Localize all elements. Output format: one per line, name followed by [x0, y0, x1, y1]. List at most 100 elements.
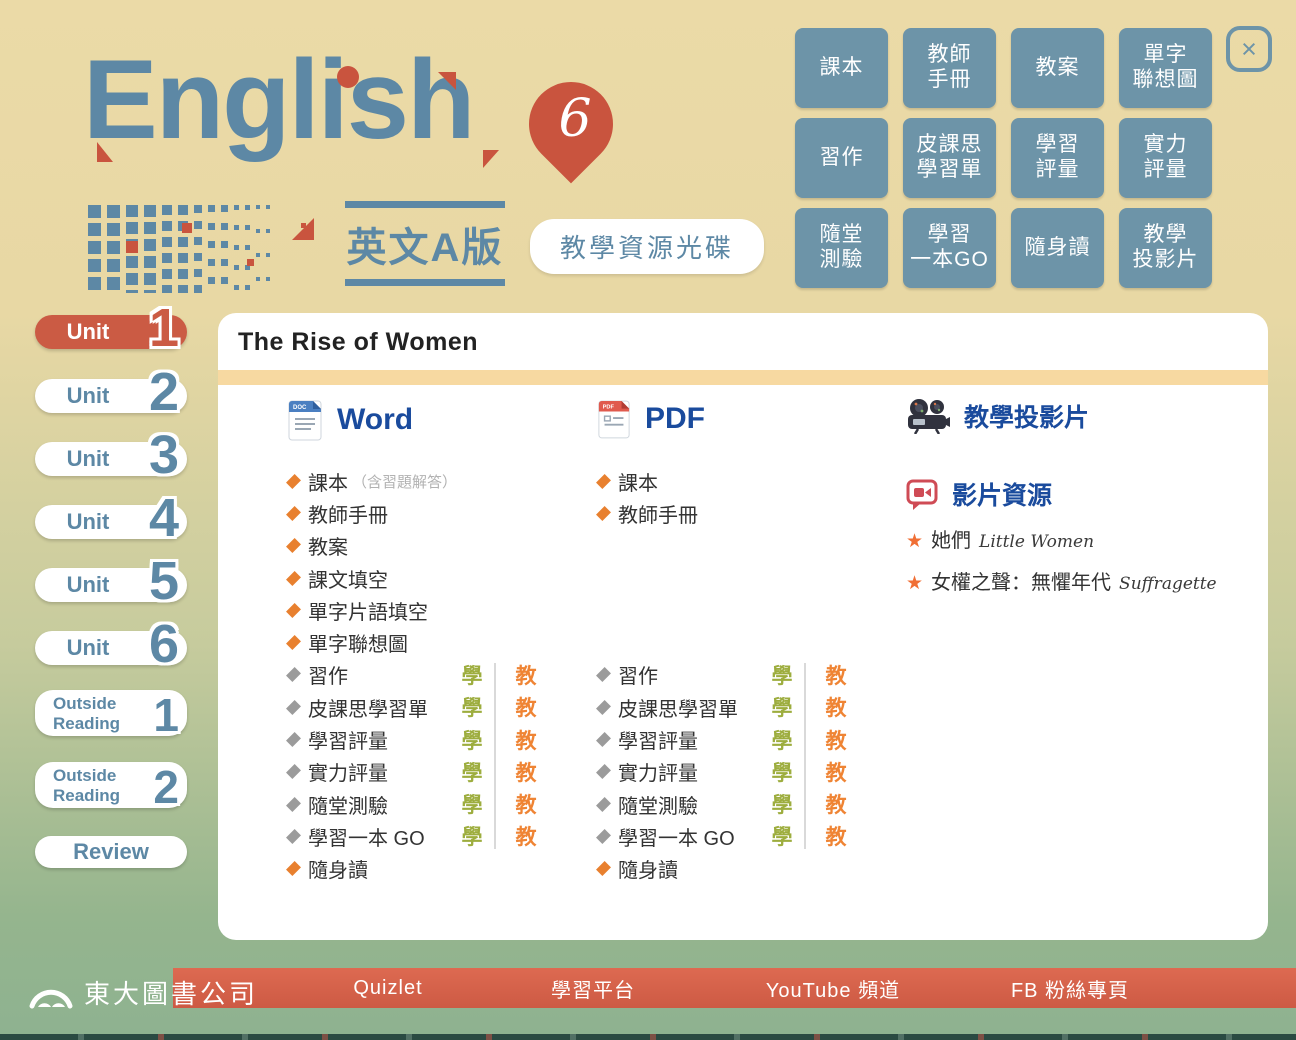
list-item[interactable]: 課本 [597, 465, 937, 497]
menu-lesson-plan-button[interactable]: 教案 [1011, 28, 1104, 108]
movie-item[interactable]: ★ 女權之聲：無懼年代 Suffragette [906, 566, 1217, 595]
diamond-bullet [286, 571, 301, 586]
logo-accent [337, 66, 359, 88]
dot-decoration [182, 223, 192, 233]
list-item: 實力評量 學 教 [597, 756, 937, 788]
teach-button[interactable]: 教 [819, 660, 853, 690]
learn-button[interactable]: 學 [765, 821, 799, 851]
word-section-title: Word [337, 403, 413, 437]
list-item[interactable]: 單字片語填空 [287, 594, 627, 626]
sidebar-unit-6[interactable]: Unit 6 [35, 631, 187, 665]
sidebar-outside-reading-1[interactable]: OutsideReading 1 [35, 690, 187, 736]
learn-button[interactable]: 學 [765, 789, 799, 819]
close-button[interactable]: × [1226, 26, 1272, 72]
svg-text:PDF: PDF [603, 405, 615, 411]
menu-ability-assessment-button[interactable]: 實力評量 [1119, 118, 1212, 198]
learn-button[interactable]: 學 [455, 789, 489, 819]
grade-badge: 6 [512, 65, 631, 184]
menu-quiz-button[interactable]: 隨堂測驗 [795, 208, 888, 288]
movie-item[interactable]: ★ 她們 Little Women [906, 524, 1217, 553]
unit-number: 1 [149, 306, 179, 350]
publisher-logo: 東大圖書公司 [28, 974, 258, 1011]
dot-matrix-decoration [88, 205, 270, 293]
teach-button[interactable]: 教 [819, 789, 853, 819]
spacer [597, 530, 937, 659]
list-item: 學習評量 學 教 [597, 723, 937, 755]
list-item: 實力評量 學 教 [287, 756, 627, 788]
learn-button[interactable]: 學 [455, 725, 489, 755]
list-item[interactable]: 課本 （含習題解答） [287, 465, 627, 497]
sidebar-unit-2[interactable]: Unit 2 [35, 379, 187, 413]
diamond-bullet [596, 797, 611, 812]
sidebar-review[interactable]: Review [35, 836, 187, 868]
diamond-bullet [596, 829, 611, 844]
menu-teacher-manual-button[interactable]: 教師手冊 [903, 28, 996, 108]
footer-link-learning-platform[interactable]: 學習平台 [513, 968, 673, 1008]
teach-button[interactable]: 教 [509, 821, 543, 851]
dot-decoration [126, 241, 138, 253]
slides-header[interactable]: 教學投影片 [906, 398, 1246, 434]
diamond-bullet [286, 474, 301, 489]
teach-button[interactable]: 教 [819, 725, 853, 755]
learn-button[interactable]: 學 [765, 692, 799, 722]
list-item: 學習評量 學 教 [287, 723, 627, 755]
sidebar-unit-1[interactable]: Unit 1 [35, 315, 187, 349]
sidebar-unit-3[interactable]: Unit 3 [35, 442, 187, 476]
learn-button[interactable]: 學 [455, 692, 489, 722]
teach-button[interactable]: 教 [509, 692, 543, 722]
sidebar-unit-4[interactable]: Unit 4 [35, 505, 187, 539]
learn-button[interactable]: 學 [455, 660, 489, 690]
teach-button[interactable]: 教 [819, 692, 853, 722]
menu-workbook-button[interactable]: 習作 [795, 118, 888, 198]
sidebar-outside-reading-2[interactable]: OutsideReading 2 [35, 762, 187, 808]
learn-button[interactable]: 學 [765, 660, 799, 690]
footer-link-quizlet[interactable]: Quizlet [313, 968, 463, 1008]
diamond-bullet [286, 764, 301, 779]
learn-button[interactable]: 學 [455, 757, 489, 787]
diamond-bullet [596, 732, 611, 747]
divider [494, 663, 496, 849]
menu-word-map-button[interactable]: 單字聯想圖 [1119, 28, 1212, 108]
menu-pocket-reader-button[interactable]: 隨身讀 [1011, 208, 1104, 288]
menu-learning-assessment-button[interactable]: 學習評量 [1011, 118, 1104, 198]
list-item: 皮課思學習單 學 教 [287, 691, 627, 723]
list-item[interactable]: 課文填空 [287, 562, 627, 594]
footer-link-facebook[interactable]: FB 粉絲專頁 [985, 968, 1155, 1008]
logo-accent [292, 218, 314, 240]
list-item[interactable]: 隨身讀 [597, 853, 937, 885]
menu-worksheet-button[interactable]: 皮課思學習單 [903, 118, 996, 198]
word-section-header: DOC Word [287, 398, 627, 442]
menu-teaching-slides-button[interactable]: 教學投影片 [1119, 208, 1212, 288]
unit-number: 4 [149, 496, 179, 540]
learn-button[interactable]: 學 [455, 821, 489, 851]
logo-accent [483, 150, 499, 168]
teach-button[interactable]: 教 [819, 821, 853, 851]
teach-button[interactable]: 教 [509, 660, 543, 690]
word-file-list: 課本 （含習題解答） 教師手冊 教案 課文填空 單字片語填空 單字聯想圖 習作 … [287, 465, 627, 885]
menu-textbook-button[interactable]: 課本 [795, 28, 888, 108]
list-item[interactable]: 教師手冊 [287, 497, 627, 529]
menu-study-go-button[interactable]: 學習一本GO [903, 208, 996, 288]
teach-button[interactable]: 教 [509, 757, 543, 787]
diamond-bullet [286, 603, 301, 618]
pdf-section-header: PDF PDF [597, 398, 937, 440]
divider [345, 279, 505, 286]
teach-button[interactable]: 教 [509, 725, 543, 755]
list-item[interactable]: 教案 [287, 530, 627, 562]
diamond-bullet [596, 506, 611, 521]
dot-decoration [301, 223, 306, 228]
teach-button[interactable]: 教 [819, 757, 853, 787]
list-item[interactable]: 隨身讀 [287, 853, 627, 885]
sidebar-unit-5[interactable]: Unit 5 [35, 568, 187, 602]
diamond-bullet [596, 861, 611, 876]
teach-button[interactable]: 教 [509, 789, 543, 819]
learn-button[interactable]: 學 [765, 725, 799, 755]
list-item[interactable]: 單字聯想圖 [287, 626, 627, 658]
projector-icon [906, 398, 950, 434]
diamond-bullet [286, 861, 301, 876]
company-logo-icon [28, 976, 74, 1010]
list-item[interactable]: 教師手冊 [597, 497, 937, 529]
diamond-bullet [596, 667, 611, 682]
learn-button[interactable]: 學 [765, 757, 799, 787]
footer-link-youtube[interactable]: YouTube 頻道 [748, 968, 918, 1008]
